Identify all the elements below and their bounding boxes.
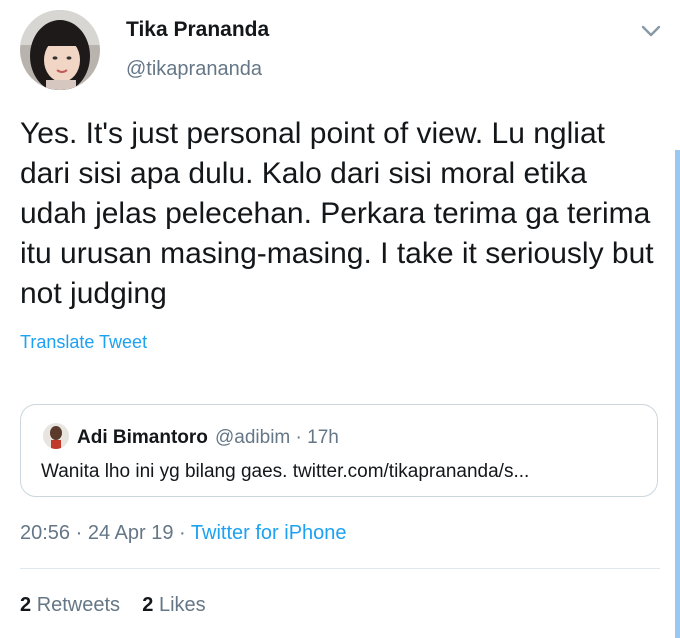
likes-stat[interactable]: 2 Likes xyxy=(142,594,205,616)
retweets-label: Retweets xyxy=(36,594,121,616)
meta-separator: · xyxy=(179,522,186,544)
user-handle[interactable]: @tikaprananda xyxy=(126,58,262,81)
quoted-user-name: Adi Bimantoro xyxy=(77,427,208,448)
user-name[interactable]: Tika Prananda xyxy=(126,18,269,42)
tweet-time: 20:56 xyxy=(20,522,71,544)
translate-tweet-link[interactable]: Translate Tweet xyxy=(20,332,147,353)
quoted-user-handle: @adibim xyxy=(215,427,291,448)
chevron-down-icon[interactable] xyxy=(640,20,662,42)
meta-separator: · xyxy=(75,522,83,544)
likes-label: Likes xyxy=(158,594,206,616)
retweets-count: 2 xyxy=(20,594,32,616)
quoted-text: Wanita lho ini yg bilang gaes. twitter.c… xyxy=(41,461,530,482)
quoted-time: 17h xyxy=(307,427,339,448)
quoted-tweet[interactable]: Adi Bimantoro @adibim · 17h Wanita lho i… xyxy=(20,404,658,497)
avatar[interactable] xyxy=(20,10,100,90)
retweets-stat[interactable]: 2 Retweets xyxy=(20,594,120,616)
quoted-user-meta: @adibim · 17h xyxy=(215,427,339,449)
tweet-meta: 20:56 · 24 Apr 19 · Twitter for iPhone xyxy=(20,522,347,545)
quoted-avatar xyxy=(43,423,69,449)
quoted-separator: · xyxy=(295,427,302,448)
scrollbar[interactable] xyxy=(675,150,680,638)
likes-count: 2 xyxy=(142,594,154,616)
tweet-stats: 2 Retweets 2 Likes xyxy=(20,594,206,617)
tweet-text: Yes. It's just personal point of view. L… xyxy=(20,117,654,310)
avatar-photo xyxy=(20,10,100,90)
tweet-source-link[interactable]: Twitter for iPhone xyxy=(191,522,347,544)
tweet-date: 24 Apr 19 xyxy=(87,522,174,544)
divider xyxy=(20,568,660,569)
